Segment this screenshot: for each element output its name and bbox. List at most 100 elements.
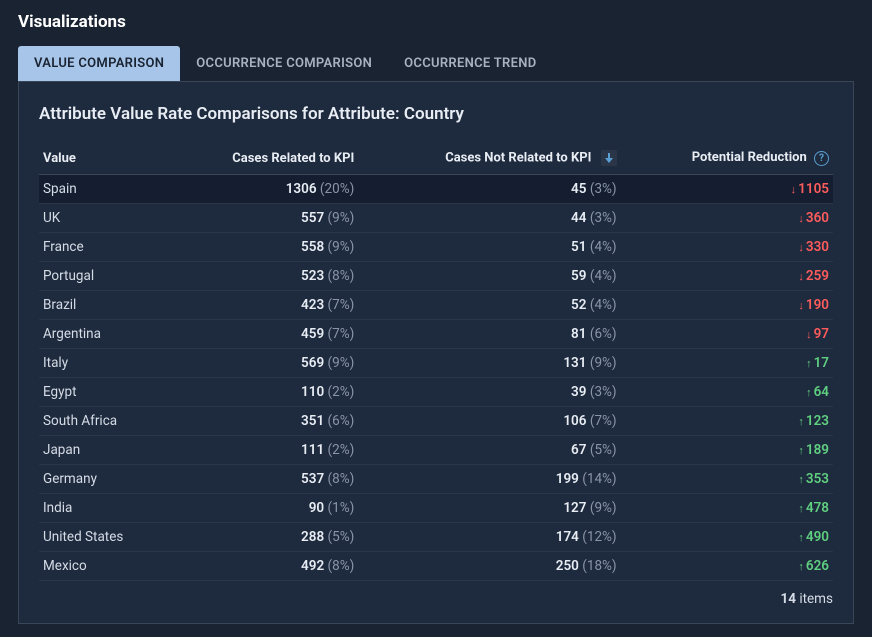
- cell-related: 459 (7%): [168, 320, 358, 349]
- arrow-up-icon: ↑: [806, 357, 812, 370]
- table-footer: 14 items: [39, 581, 833, 607]
- cell-related: 1306 (20%): [168, 175, 358, 204]
- table-row[interactable]: Japan111 (2%)67 (5%)↑189: [39, 436, 833, 465]
- table-row[interactable]: Egypt110 (2%)39 (3%)↑64: [39, 378, 833, 407]
- cell-related: 537 (8%): [168, 465, 358, 494]
- cell-reduction: ↑189: [621, 436, 833, 465]
- cell-related: 569 (9%): [168, 349, 358, 378]
- cell-value: Argentina: [39, 320, 168, 349]
- tabs: VALUE COMPARISONOCCURRENCE COMPARISONOCC…: [18, 46, 854, 82]
- cell-value: France: [39, 233, 168, 262]
- tab-occurrence-comparison[interactable]: OCCURRENCE COMPARISON: [180, 46, 388, 81]
- arrow-down-icon: ↓: [798, 270, 804, 283]
- arrow-down-icon: ↓: [798, 241, 804, 254]
- table-row[interactable]: South Africa351 (6%)106 (7%)↑123: [39, 407, 833, 436]
- cell-value: Japan: [39, 436, 168, 465]
- cell-related: 90 (1%): [168, 494, 358, 523]
- arrow-up-icon: ↑: [798, 415, 804, 428]
- col-not-related-label: Cases Not Related to KPI: [445, 150, 591, 165]
- table-row[interactable]: Italy569 (9%)131 (9%)↑17: [39, 349, 833, 378]
- cell-reduction: ↓190: [621, 291, 833, 320]
- panel-title: Attribute Value Rate Comparisons for Att…: [39, 104, 833, 124]
- table-row[interactable]: Argentina459 (7%)81 (6%)↓97: [39, 320, 833, 349]
- cell-value: United States: [39, 523, 168, 552]
- arrow-down-icon: ↓: [798, 299, 804, 312]
- cell-not-related: 59 (4%): [358, 262, 620, 291]
- col-not-related[interactable]: Cases Not Related to KPI: [358, 142, 620, 175]
- cell-value: South Africa: [39, 407, 168, 436]
- cell-value: Italy: [39, 349, 168, 378]
- cell-not-related: 106 (7%): [358, 407, 620, 436]
- table-row[interactable]: France558 (9%)51 (4%)↓330: [39, 233, 833, 262]
- arrow-down-icon: ↓: [806, 328, 812, 341]
- cell-value: Brazil: [39, 291, 168, 320]
- cell-not-related: 81 (6%): [358, 320, 620, 349]
- arrow-up-icon: ↑: [798, 502, 804, 515]
- table-row[interactable]: United States288 (5%)174 (12%)↑490: [39, 523, 833, 552]
- arrow-up-icon: ↑: [798, 560, 804, 573]
- sort-down-icon[interactable]: [601, 150, 617, 166]
- cell-not-related: 39 (3%): [358, 378, 620, 407]
- table-row[interactable]: India90 (1%)127 (9%)↑478: [39, 494, 833, 523]
- col-value[interactable]: Value: [39, 142, 168, 175]
- tab-occurrence-trend[interactable]: OCCURRENCE TREND: [388, 46, 552, 81]
- cell-reduction: ↓259: [621, 262, 833, 291]
- arrow-down-icon: ↓: [798, 212, 804, 225]
- table-row[interactable]: Mexico492 (8%)250 (18%)↑626: [39, 552, 833, 581]
- cell-reduction: ↑478: [621, 494, 833, 523]
- cell-not-related: 250 (18%): [358, 552, 620, 581]
- cell-reduction: ↓360: [621, 204, 833, 233]
- tab-value-comparison[interactable]: VALUE COMPARISON: [18, 46, 180, 81]
- cell-reduction: ↑626: [621, 552, 833, 581]
- item-count: 14: [780, 591, 796, 607]
- cell-not-related: 199 (14%): [358, 465, 620, 494]
- table-row[interactable]: Portugal523 (8%)59 (4%)↓259: [39, 262, 833, 291]
- panel: Attribute Value Rate Comparisons for Att…: [18, 82, 854, 624]
- table-row[interactable]: Spain1306 (20%)45 (3%)↓1105: [39, 175, 833, 204]
- section-title: Visualizations: [18, 12, 854, 32]
- cell-related: 110 (2%): [168, 378, 358, 407]
- cell-not-related: 52 (4%): [358, 291, 620, 320]
- cell-not-related: 45 (3%): [358, 175, 620, 204]
- cell-reduction: ↓1105: [621, 175, 833, 204]
- cell-not-related: 174 (12%): [358, 523, 620, 552]
- cell-not-related: 44 (3%): [358, 204, 620, 233]
- cell-reduction: ↑490: [621, 523, 833, 552]
- cell-related: 423 (7%): [168, 291, 358, 320]
- cell-value: Portugal: [39, 262, 168, 291]
- cell-related: 558 (9%): [168, 233, 358, 262]
- table-row[interactable]: UK557 (9%)44 (3%)↓360: [39, 204, 833, 233]
- cell-not-related: 67 (5%): [358, 436, 620, 465]
- help-icon[interactable]: ?: [814, 151, 829, 166]
- cell-reduction: ↓97: [621, 320, 833, 349]
- cell-value: India: [39, 494, 168, 523]
- arrow-up-icon: ↑: [798, 473, 804, 486]
- cell-value: Mexico: [39, 552, 168, 581]
- cell-reduction: ↑123: [621, 407, 833, 436]
- cell-reduction: ↑17: [621, 349, 833, 378]
- arrow-down-icon: ↓: [791, 183, 797, 196]
- cell-related: 351 (6%): [168, 407, 358, 436]
- cell-related: 492 (8%): [168, 552, 358, 581]
- cell-not-related: 127 (9%): [358, 494, 620, 523]
- cell-not-related: 131 (9%): [358, 349, 620, 378]
- col-reduction-label: Potential Reduction: [692, 150, 807, 165]
- item-label-text: items: [799, 591, 833, 607]
- arrow-up-icon: ↑: [806, 386, 812, 399]
- cell-related: 288 (5%): [168, 523, 358, 552]
- cell-not-related: 51 (4%): [358, 233, 620, 262]
- table-row[interactable]: Germany537 (8%)199 (14%)↑353: [39, 465, 833, 494]
- cell-reduction: ↓330: [621, 233, 833, 262]
- arrow-up-icon: ↑: [798, 444, 804, 457]
- col-related[interactable]: Cases Related to KPI: [168, 142, 358, 175]
- cell-value: Egypt: [39, 378, 168, 407]
- cell-value: UK: [39, 204, 168, 233]
- col-reduction[interactable]: Potential Reduction ?: [621, 142, 833, 175]
- cell-value: Spain: [39, 175, 168, 204]
- table-row[interactable]: Brazil423 (7%)52 (4%)↓190: [39, 291, 833, 320]
- cell-reduction: ↑64: [621, 378, 833, 407]
- arrow-up-icon: ↑: [798, 531, 804, 544]
- comparison-table: Value Cases Related to KPI Cases Not Rel…: [39, 142, 833, 581]
- cell-reduction: ↑353: [621, 465, 833, 494]
- cell-related: 111 (2%): [168, 436, 358, 465]
